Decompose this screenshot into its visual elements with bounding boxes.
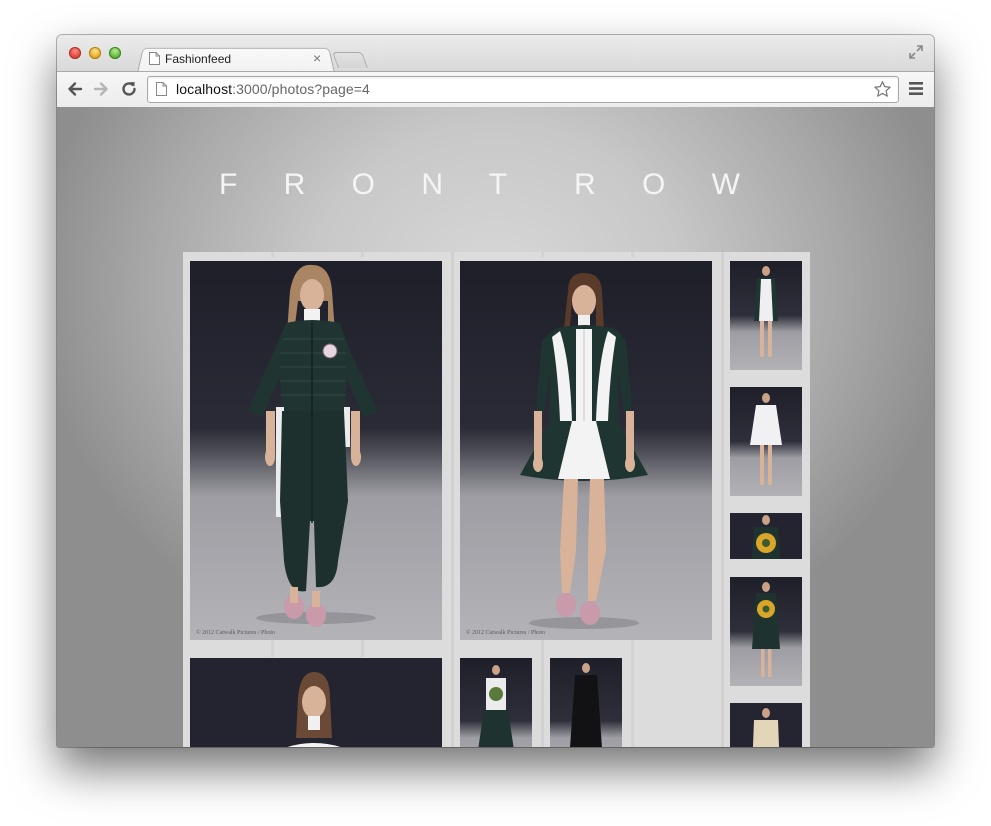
site-title-row: R O W — [574, 168, 778, 202]
photo-bottom-1[interactable] — [190, 658, 442, 747]
photo-bottom-3[interactable] — [550, 658, 622, 747]
url-host: localhost — [176, 81, 233, 97]
grid-line — [361, 637, 364, 657]
browser-window: Fashionfeed × localhost:3000/photos?page… — [57, 35, 934, 747]
runway-photo: © 2012 Catwalk Pictures / Photo — [460, 261, 712, 640]
site-title-front: F R O N T — [219, 168, 545, 202]
minimize-window-button[interactable] — [89, 47, 101, 59]
svg-text:© 2012 Catwalk Pictures / Phot: © 2012 Catwalk Pictures / Photo — [196, 629, 275, 636]
photo-thumb-2[interactable] — [730, 387, 802, 496]
zoom-window-button[interactable] — [109, 47, 121, 59]
tab-strip: Fashionfeed × — [57, 35, 934, 73]
fullscreen-icon[interactable] — [908, 44, 924, 60]
site-title-row-text: R O W — [574, 168, 778, 201]
grid-line — [541, 252, 544, 257]
photo-thumb-5[interactable] — [730, 703, 802, 747]
runway-photo — [730, 703, 802, 747]
grid-line — [541, 637, 544, 747]
grid-line — [631, 637, 634, 747]
grid-line — [271, 252, 274, 257]
new-tab-button[interactable] — [332, 52, 368, 68]
reload-icon[interactable] — [119, 79, 139, 99]
runway-photo: © 2012 Catwalk Pictures / Photo — [190, 261, 442, 640]
svg-text:© 2012 Catwalk Pictures / Phot: © 2012 Catwalk Pictures / Photo — [466, 629, 545, 636]
back-arrow-icon[interactable] — [65, 79, 85, 99]
address-bar[interactable]: localhost:3000/photos?page=4 — [147, 76, 899, 103]
grid-line — [361, 252, 364, 257]
runway-photo — [550, 658, 622, 747]
forward-arrow-icon[interactable] — [91, 79, 111, 99]
runway-photo — [730, 261, 802, 370]
photo-large-1[interactable]: © 2012 Catwalk Pictures / Photo — [190, 261, 442, 640]
photo-thumb-4[interactable] — [730, 577, 802, 686]
page-icon — [156, 82, 167, 96]
column-divider — [721, 252, 724, 747]
tab-title: Fashionfeed — [165, 52, 232, 66]
close-window-button[interactable] — [69, 47, 81, 59]
column-divider — [451, 252, 454, 747]
page-icon — [149, 52, 160, 65]
grid-line — [631, 252, 634, 257]
photo-thumb-3[interactable] — [730, 513, 802, 559]
tab-close-icon[interactable]: × — [313, 50, 321, 66]
runway-photo — [460, 658, 532, 747]
menu-icon[interactable] — [909, 82, 923, 95]
photo-thumb-1[interactable] — [730, 261, 802, 370]
bookmark-star-icon[interactable] — [873, 80, 892, 99]
runway-photo — [190, 658, 442, 747]
grid-line — [271, 637, 274, 657]
tab-content: Fashionfeed × — [149, 49, 331, 71]
photo-large-2[interactable]: © 2012 Catwalk Pictures / Photo — [460, 261, 712, 640]
url-path: :3000/photos?page=4 — [232, 81, 370, 97]
photo-bottom-2[interactable] — [460, 658, 532, 747]
browser-toolbar: localhost:3000/photos?page=4 — [57, 71, 934, 108]
photo-grid: © 2012 Catwalk Pictures / Photo © 2012 C… — [183, 252, 810, 747]
runway-photo — [730, 577, 802, 686]
site-title-front-text: F R O N T — [219, 168, 546, 201]
runway-photo — [730, 387, 802, 496]
page-viewport: F R O N T R O W © 2012 Catwalk Pictures … — [57, 107, 934, 747]
url-text: localhost:3000/photos?page=4 — [176, 81, 370, 97]
runway-photo — [730, 513, 802, 559]
